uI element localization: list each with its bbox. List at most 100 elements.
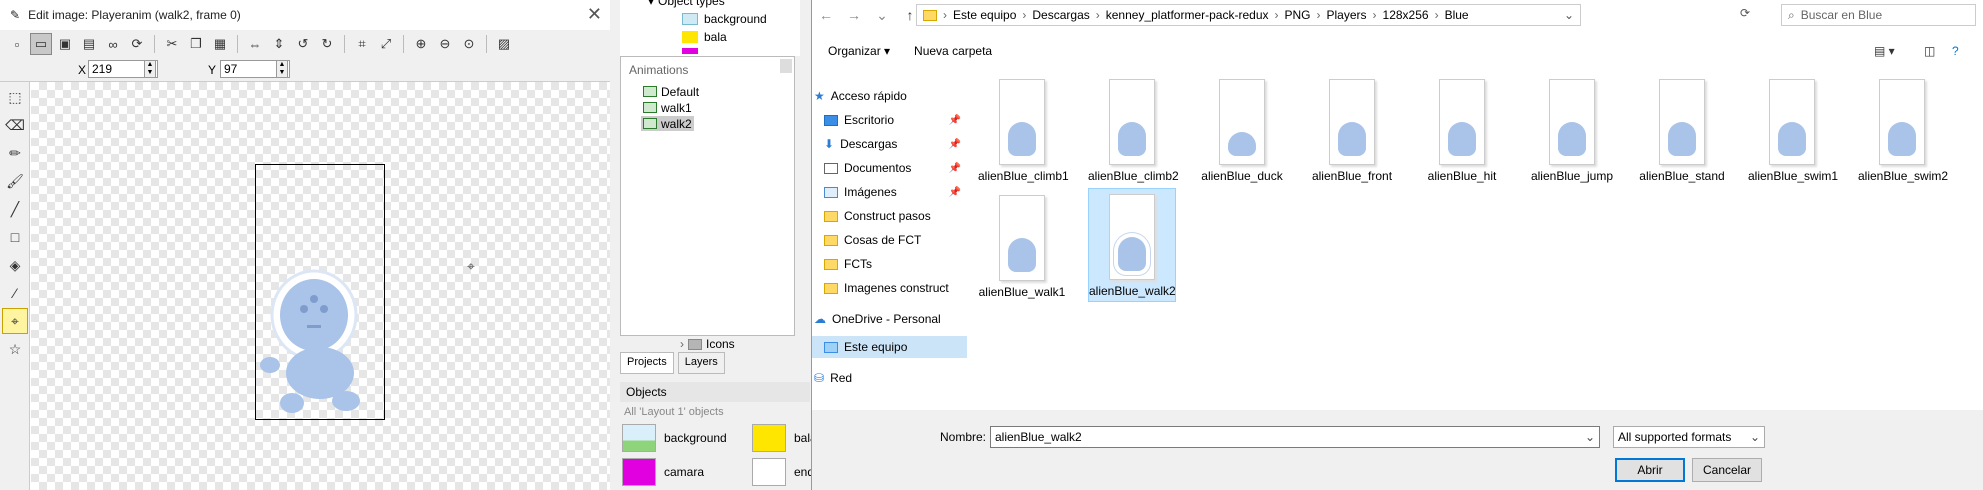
breadcrumb-item[interactable]: Players [1327,8,1367,22]
nav-item-documentos[interactable]: Documentos 📌 [824,157,967,179]
chevron-down-icon: ⌄ [1749,430,1760,444]
save-all-icon[interactable]: ▤ [78,33,100,55]
organize-button[interactable]: Organizar ▾ [828,44,890,58]
nav-item-imagenes-construct[interactable]: Imagenes construct [824,277,967,299]
refresh-icon[interactable]: ⟳ [1740,6,1750,20]
nav-item-imagenes[interactable]: Imágenes 📌 [824,181,967,203]
tree-item-bala[interactable]: bala [682,30,727,44]
file-item[interactable]: alienBlue_walk1 [978,190,1066,300]
animation-icon [643,118,657,129]
flip-vertical-icon[interactable]: ⇕ [268,33,290,55]
cancel-button[interactable]: Cancelar [1692,458,1762,482]
forward-arrow-icon[interactable]: → [840,7,868,23]
close-icon[interactable]: ✕ [587,4,602,25]
grid-icon[interactable]: ▨ [493,33,515,55]
breadcrumb[interactable]: › Este equipo › Descargas › kenney_platf… [916,4,1581,26]
file-item[interactable]: alienBlue_stand [1638,74,1726,184]
rotate-left-icon[interactable]: ↺ [292,33,314,55]
x-spinner[interactable]: ▲ ▼ [144,60,156,78]
breadcrumb-item[interactable]: Blue [1445,8,1469,22]
zoom-in-icon[interactable]: ⊕ [410,33,432,55]
open-folder-icon[interactable]: ▭ [30,33,52,55]
breadcrumb-item[interactable]: PNG [1285,8,1311,22]
panel-scroll-icon[interactable] [780,59,792,73]
view-options-icon[interactable]: ▤ ▾ [1874,44,1895,58]
object-item-end[interactable]: end [752,458,814,486]
tab-projects[interactable]: Projects [620,352,674,374]
image-thumbnail-icon [1549,79,1595,165]
file-item[interactable]: alienBlue_hit [1418,74,1506,184]
breadcrumb-item[interactable]: 128x256 [1383,8,1429,22]
file-item-selected[interactable]: alienBlue_walk2 [1088,188,1176,302]
file-item[interactable]: alienBlue_duck [1198,74,1286,184]
new-icon[interactable]: ▫ [6,33,28,55]
object-item-camara[interactable]: camara [622,458,704,486]
pencil-icon[interactable]: ✏ [2,140,28,166]
nav-item-acceso-rapido[interactable]: ★ Acceso rápido [814,85,957,107]
back-arrow-icon[interactable]: ← [812,7,840,23]
nav-item-escritorio[interactable]: Escritorio 📌 [824,109,967,131]
crop-icon[interactable]: ⌗ [351,33,373,55]
line-icon[interactable]: ╱ [2,196,28,222]
image-points-icon[interactable]: ☆ [2,336,28,362]
paste-icon[interactable]: ▦ [209,33,231,55]
chevron-down-icon[interactable]: ⌄ [1564,8,1574,22]
cut-icon[interactable]: ✂ [161,33,183,55]
new-folder-button[interactable]: Nueva carpeta [914,44,992,58]
animation-item-walk1[interactable]: walk1 [641,100,694,115]
animation-item-default[interactable]: Default [641,84,701,99]
breadcrumb-item[interactable]: Descargas [1032,8,1089,22]
nav-item-descargas[interactable]: ⬇ Descargas 📌 [824,133,967,155]
tree-folder-object-types[interactable]: ▾ Object types [648,0,725,8]
nav-item-construct-pasos[interactable]: Construct pasos [824,205,967,227]
preview-pane-icon[interactable]: ◫ [1924,44,1935,58]
file-type-select[interactable]: All supported formats ⌄ [1613,426,1765,448]
image-canvas[interactable]: ⌖ [31,82,610,490]
copy-icon[interactable]: ❐ [185,33,207,55]
nav-item-fcts[interactable]: FCTs [824,253,967,275]
file-item[interactable]: alienBlue_swim2 [1858,74,1948,184]
color-picker-icon[interactable]: ⁄ [2,280,28,306]
help-icon[interactable]: ? [1952,44,1959,58]
pin-icon: 📌 [948,162,961,174]
rectangle-icon[interactable]: □ [2,224,28,250]
save-icon[interactable]: ▣ [54,33,76,55]
breadcrumb-item[interactable]: kenney_platformer-pack-redux [1106,8,1269,22]
nav-item-cosas-de-fct[interactable]: Cosas de FCT [824,229,967,251]
object-item-bala[interactable]: bala [752,424,817,452]
y-spinner[interactable]: ▲ ▼ [276,60,288,78]
object-item-background[interactable]: background [622,424,727,452]
file-item[interactable]: alienBlue_swim1 [1748,74,1838,184]
eraser-icon[interactable]: ⌫ [2,112,28,138]
breadcrumb-item[interactable]: Este equipo [953,8,1016,22]
zoom-out-icon[interactable]: ⊖ [434,33,456,55]
refresh-icon[interactable]: ⟳ [126,33,148,55]
zoom-reset-icon[interactable]: ⊙ [458,33,480,55]
fill-bucket-icon[interactable]: ◈ [2,252,28,278]
brush-icon[interactable]: 🖌 [2,168,28,194]
file-item[interactable]: alienBlue_climb2 [1088,74,1179,184]
file-item[interactable]: alienBlue_front [1308,74,1396,184]
open-button[interactable]: Abrir [1615,458,1685,482]
rectangle-select-icon[interactable]: ⬚ [2,84,28,110]
filename-input[interactable]: alienBlue_walk2 ⌄ [990,426,1600,448]
tab-layers[interactable]: Layers [677,352,725,374]
file-item[interactable]: alienBlue_jump [1528,74,1616,184]
animation-item-walk2[interactable]: walk2 [641,116,694,131]
nav-item-este-equipo[interactable]: Este equipo [812,336,967,358]
recent-chevron-icon[interactable]: ⌄ [868,7,896,24]
nav-item-onedrive[interactable]: ☁ OneDrive - Personal [814,308,957,330]
nav-item-red[interactable]: ⛁ Red [814,367,957,389]
file-item[interactable]: alienBlue_climb1 [978,74,1069,184]
chevron-down-icon[interactable]: ⌄ [1585,427,1595,447]
search-input[interactable]: ⌕ Buscar en Blue [1781,4,1976,26]
cloud-icon: ☁ [814,312,826,326]
tree-item-icons[interactable]: › Icons [680,337,735,351]
tree-item-background[interactable]: background [682,12,767,26]
flip-horizontal-icon[interactable]: ⇔ [244,33,266,55]
resize-icon[interactable]: ⤢ [375,33,397,55]
origin-point-icon[interactable]: ⌖ [2,308,28,334]
link-icon[interactable]: ∞ [102,33,124,55]
pin-icon: 📌 [948,138,961,150]
rotate-right-icon[interactable]: ↻ [316,33,338,55]
